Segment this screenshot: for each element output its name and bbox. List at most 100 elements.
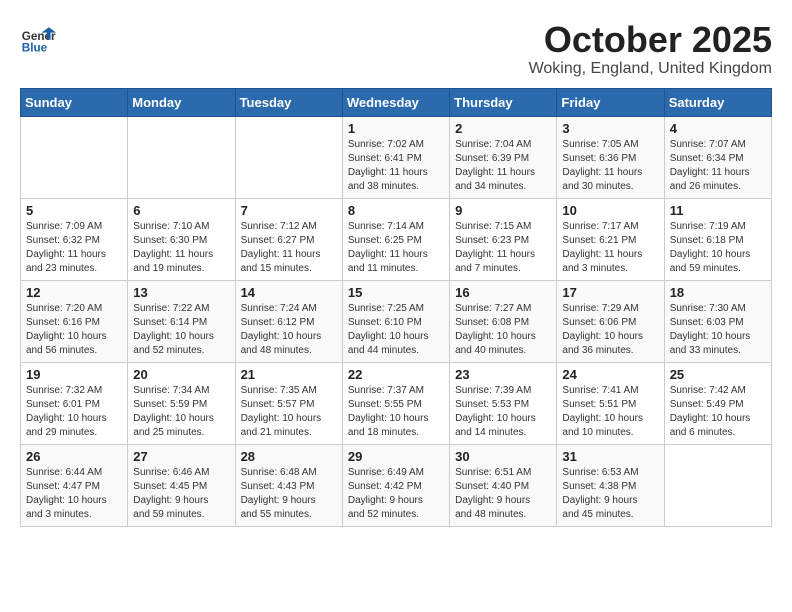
day-number: 15 bbox=[348, 285, 444, 300]
logo: General Blue bbox=[20, 20, 60, 56]
calendar-cell: 14Sunrise: 7:24 AM Sunset: 6:12 PM Dayli… bbox=[235, 280, 342, 362]
day-number: 13 bbox=[133, 285, 229, 300]
day-number: 14 bbox=[241, 285, 337, 300]
day-info: Sunrise: 7:14 AM Sunset: 6:25 PM Dayligh… bbox=[348, 220, 444, 276]
day-info: Sunrise: 7:15 AM Sunset: 6:23 PM Dayligh… bbox=[455, 220, 551, 276]
calendar-cell bbox=[128, 116, 235, 198]
day-info: Sunrise: 7:32 AM Sunset: 6:01 PM Dayligh… bbox=[26, 384, 122, 440]
day-number: 28 bbox=[241, 449, 337, 464]
day-number: 30 bbox=[455, 449, 551, 464]
calendar-cell: 29 Sunrise: 6:49 AM Sunset: 4:42 PM Dayli… bbox=[342, 444, 449, 526]
calendar-cell: 27 Sunrise: 6:46 AM Sunset: 4:45 PM Dayli… bbox=[128, 444, 235, 526]
calendar-cell: 26Sunrise: 6:44 AM Sunset: 4:47 PM Dayli… bbox=[21, 444, 128, 526]
weekday-header-monday: Monday bbox=[128, 88, 235, 116]
day-number: 3 bbox=[562, 121, 658, 136]
calendar-cell bbox=[664, 444, 771, 526]
day-number: 10 bbox=[562, 203, 658, 218]
day-info: Sunrise: 6:51 AM Sunset: 4:40 PM Dayligh… bbox=[455, 466, 551, 522]
day-info: Sunrise: 7:12 AM Sunset: 6:27 PM Dayligh… bbox=[241, 220, 337, 276]
day-number: 7 bbox=[241, 203, 337, 218]
day-info: Sunrise: 7:37 AM Sunset: 5:55 PM Dayligh… bbox=[348, 384, 444, 440]
day-number: 24 bbox=[562, 367, 658, 382]
calendar-cell: 11Sunrise: 7:19 AM Sunset: 6:18 PM Dayli… bbox=[664, 198, 771, 280]
day-info: Sunrise: 7:42 AM Sunset: 5:49 PM Dayligh… bbox=[670, 384, 766, 440]
weekday-header-friday: Friday bbox=[557, 88, 664, 116]
day-number: 2 bbox=[455, 121, 551, 136]
weekday-header-thursday: Thursday bbox=[450, 88, 557, 116]
day-info: Sunrise: 7:02 AM Sunset: 6:41 PM Dayligh… bbox=[348, 138, 444, 194]
day-info: Sunrise: 7:10 AM Sunset: 6:30 PM Dayligh… bbox=[133, 220, 229, 276]
calendar-cell: 22Sunrise: 7:37 AM Sunset: 5:55 PM Dayli… bbox=[342, 362, 449, 444]
day-info: Sunrise: 7:05 AM Sunset: 6:36 PM Dayligh… bbox=[562, 138, 658, 194]
calendar-cell: 17 Sunrise: 7:29 AM Sunset: 6:06 PM Dayli… bbox=[557, 280, 664, 362]
day-number: 20 bbox=[133, 367, 229, 382]
calendar-cell: 23 Sunrise: 7:39 AM Sunset: 5:53 PM Dayli… bbox=[450, 362, 557, 444]
day-number: 17 bbox=[562, 285, 658, 300]
day-number: 26 bbox=[26, 449, 122, 464]
logo-icon: General Blue bbox=[20, 20, 56, 56]
day-number: 11 bbox=[670, 203, 766, 218]
calendar-cell: 5Sunrise: 7:09 AM Sunset: 6:32 PM Daylig… bbox=[21, 198, 128, 280]
day-info: Sunrise: 6:49 AM Sunset: 4:42 PM Dayligh… bbox=[348, 466, 444, 522]
calendar-week-row: 19 Sunrise: 7:32 AM Sunset: 6:01 PM Dayli… bbox=[21, 362, 772, 444]
calendar-cell: 2Sunrise: 7:04 AM Sunset: 6:39 PM Daylig… bbox=[450, 116, 557, 198]
day-info: Sunrise: 7:41 AM Sunset: 5:51 PM Dayligh… bbox=[562, 384, 658, 440]
day-number: 5 bbox=[26, 203, 122, 218]
calendar-cell bbox=[21, 116, 128, 198]
day-number: 19 bbox=[26, 367, 122, 382]
calendar-cell: 9 Sunrise: 7:15 AM Sunset: 6:23 PM Daylig… bbox=[450, 198, 557, 280]
calendar-week-row: 1 Sunrise: 7:02 AM Sunset: 6:41 PM Daylig… bbox=[21, 116, 772, 198]
day-number: 18 bbox=[670, 285, 766, 300]
day-number: 29 bbox=[348, 449, 444, 464]
day-number: 8 bbox=[348, 203, 444, 218]
calendar-cell: 16 Sunrise: 7:27 AM Sunset: 6:08 PM Dayli… bbox=[450, 280, 557, 362]
day-number: 23 bbox=[455, 367, 551, 382]
day-info: Sunrise: 7:39 AM Sunset: 5:53 PM Dayligh… bbox=[455, 384, 551, 440]
weekday-header-wednesday: Wednesday bbox=[342, 88, 449, 116]
day-number: 6 bbox=[133, 203, 229, 218]
day-info: Sunrise: 7:07 AM Sunset: 6:34 PM Dayligh… bbox=[670, 138, 766, 194]
calendar-cell: 7 Sunrise: 7:12 AM Sunset: 6:27 PM Daylig… bbox=[235, 198, 342, 280]
day-info: Sunrise: 7:29 AM Sunset: 6:06 PM Dayligh… bbox=[562, 302, 658, 358]
calendar-cell: 19 Sunrise: 7:32 AM Sunset: 6:01 PM Dayli… bbox=[21, 362, 128, 444]
calendar-cell: 1 Sunrise: 7:02 AM Sunset: 6:41 PM Daylig… bbox=[342, 116, 449, 198]
day-info: Sunrise: 6:53 AM Sunset: 4:38 PM Dayligh… bbox=[562, 466, 658, 522]
calendar-cell: 3 Sunrise: 7:05 AM Sunset: 6:36 PM Daylig… bbox=[557, 116, 664, 198]
svg-text:Blue: Blue bbox=[22, 42, 48, 55]
calendar-week-row: 12Sunrise: 7:20 AM Sunset: 6:16 PM Dayli… bbox=[21, 280, 772, 362]
day-number: 16 bbox=[455, 285, 551, 300]
day-info: Sunrise: 7:25 AM Sunset: 6:10 PM Dayligh… bbox=[348, 302, 444, 358]
calendar-cell: 31 Sunrise: 6:53 AM Sunset: 4:38 PM Dayli… bbox=[557, 444, 664, 526]
calendar-cell: 10 Sunrise: 7:17 AM Sunset: 6:21 PM Dayli… bbox=[557, 198, 664, 280]
month-title: October 2025 bbox=[529, 20, 772, 60]
day-number: 4 bbox=[670, 121, 766, 136]
day-number: 31 bbox=[562, 449, 658, 464]
weekday-header-saturday: Saturday bbox=[664, 88, 771, 116]
day-number: 1 bbox=[348, 121, 444, 136]
day-info: Sunrise: 7:27 AM Sunset: 6:08 PM Dayligh… bbox=[455, 302, 551, 358]
weekday-header-row: SundayMondayTuesdayWednesdayThursdayFrid… bbox=[21, 88, 772, 116]
calendar-cell: 15 Sunrise: 7:25 AM Sunset: 6:10 PM Dayli… bbox=[342, 280, 449, 362]
location: Woking, England, United Kingdom bbox=[529, 60, 772, 78]
title-block: October 2025 Woking, England, United Kin… bbox=[529, 20, 772, 78]
day-number: 21 bbox=[241, 367, 337, 382]
day-number: 9 bbox=[455, 203, 551, 218]
day-number: 25 bbox=[670, 367, 766, 382]
calendar-cell: 8 Sunrise: 7:14 AM Sunset: 6:25 PM Daylig… bbox=[342, 198, 449, 280]
calendar-table: SundayMondayTuesdayWednesdayThursdayFrid… bbox=[20, 88, 772, 527]
calendar-cell: 24 Sunrise: 7:41 AM Sunset: 5:51 PM Dayli… bbox=[557, 362, 664, 444]
day-number: 12 bbox=[26, 285, 122, 300]
calendar-cell: 18 Sunrise: 7:30 AM Sunset: 6:03 PM Dayli… bbox=[664, 280, 771, 362]
calendar-cell: 4 Sunrise: 7:07 AM Sunset: 6:34 PM Daylig… bbox=[664, 116, 771, 198]
day-info: Sunrise: 7:22 AM Sunset: 6:14 PM Dayligh… bbox=[133, 302, 229, 358]
day-info: Sunrise: 7:35 AM Sunset: 5:57 PM Dayligh… bbox=[241, 384, 337, 440]
calendar-cell: 30 Sunrise: 6:51 AM Sunset: 4:40 PM Dayli… bbox=[450, 444, 557, 526]
day-number: 27 bbox=[133, 449, 229, 464]
calendar-cell: 25 Sunrise: 7:42 AM Sunset: 5:49 PM Dayli… bbox=[664, 362, 771, 444]
day-info: Sunrise: 7:30 AM Sunset: 6:03 PM Dayligh… bbox=[670, 302, 766, 358]
day-info: Sunrise: 7:34 AM Sunset: 5:59 PM Dayligh… bbox=[133, 384, 229, 440]
weekday-header-sunday: Sunday bbox=[21, 88, 128, 116]
calendar-cell: 20 Sunrise: 7:34 AM Sunset: 5:59 PM Dayli… bbox=[128, 362, 235, 444]
day-info: Sunrise: 7:17 AM Sunset: 6:21 PM Dayligh… bbox=[562, 220, 658, 276]
day-info: Sunrise: 6:46 AM Sunset: 4:45 PM Dayligh… bbox=[133, 466, 229, 522]
